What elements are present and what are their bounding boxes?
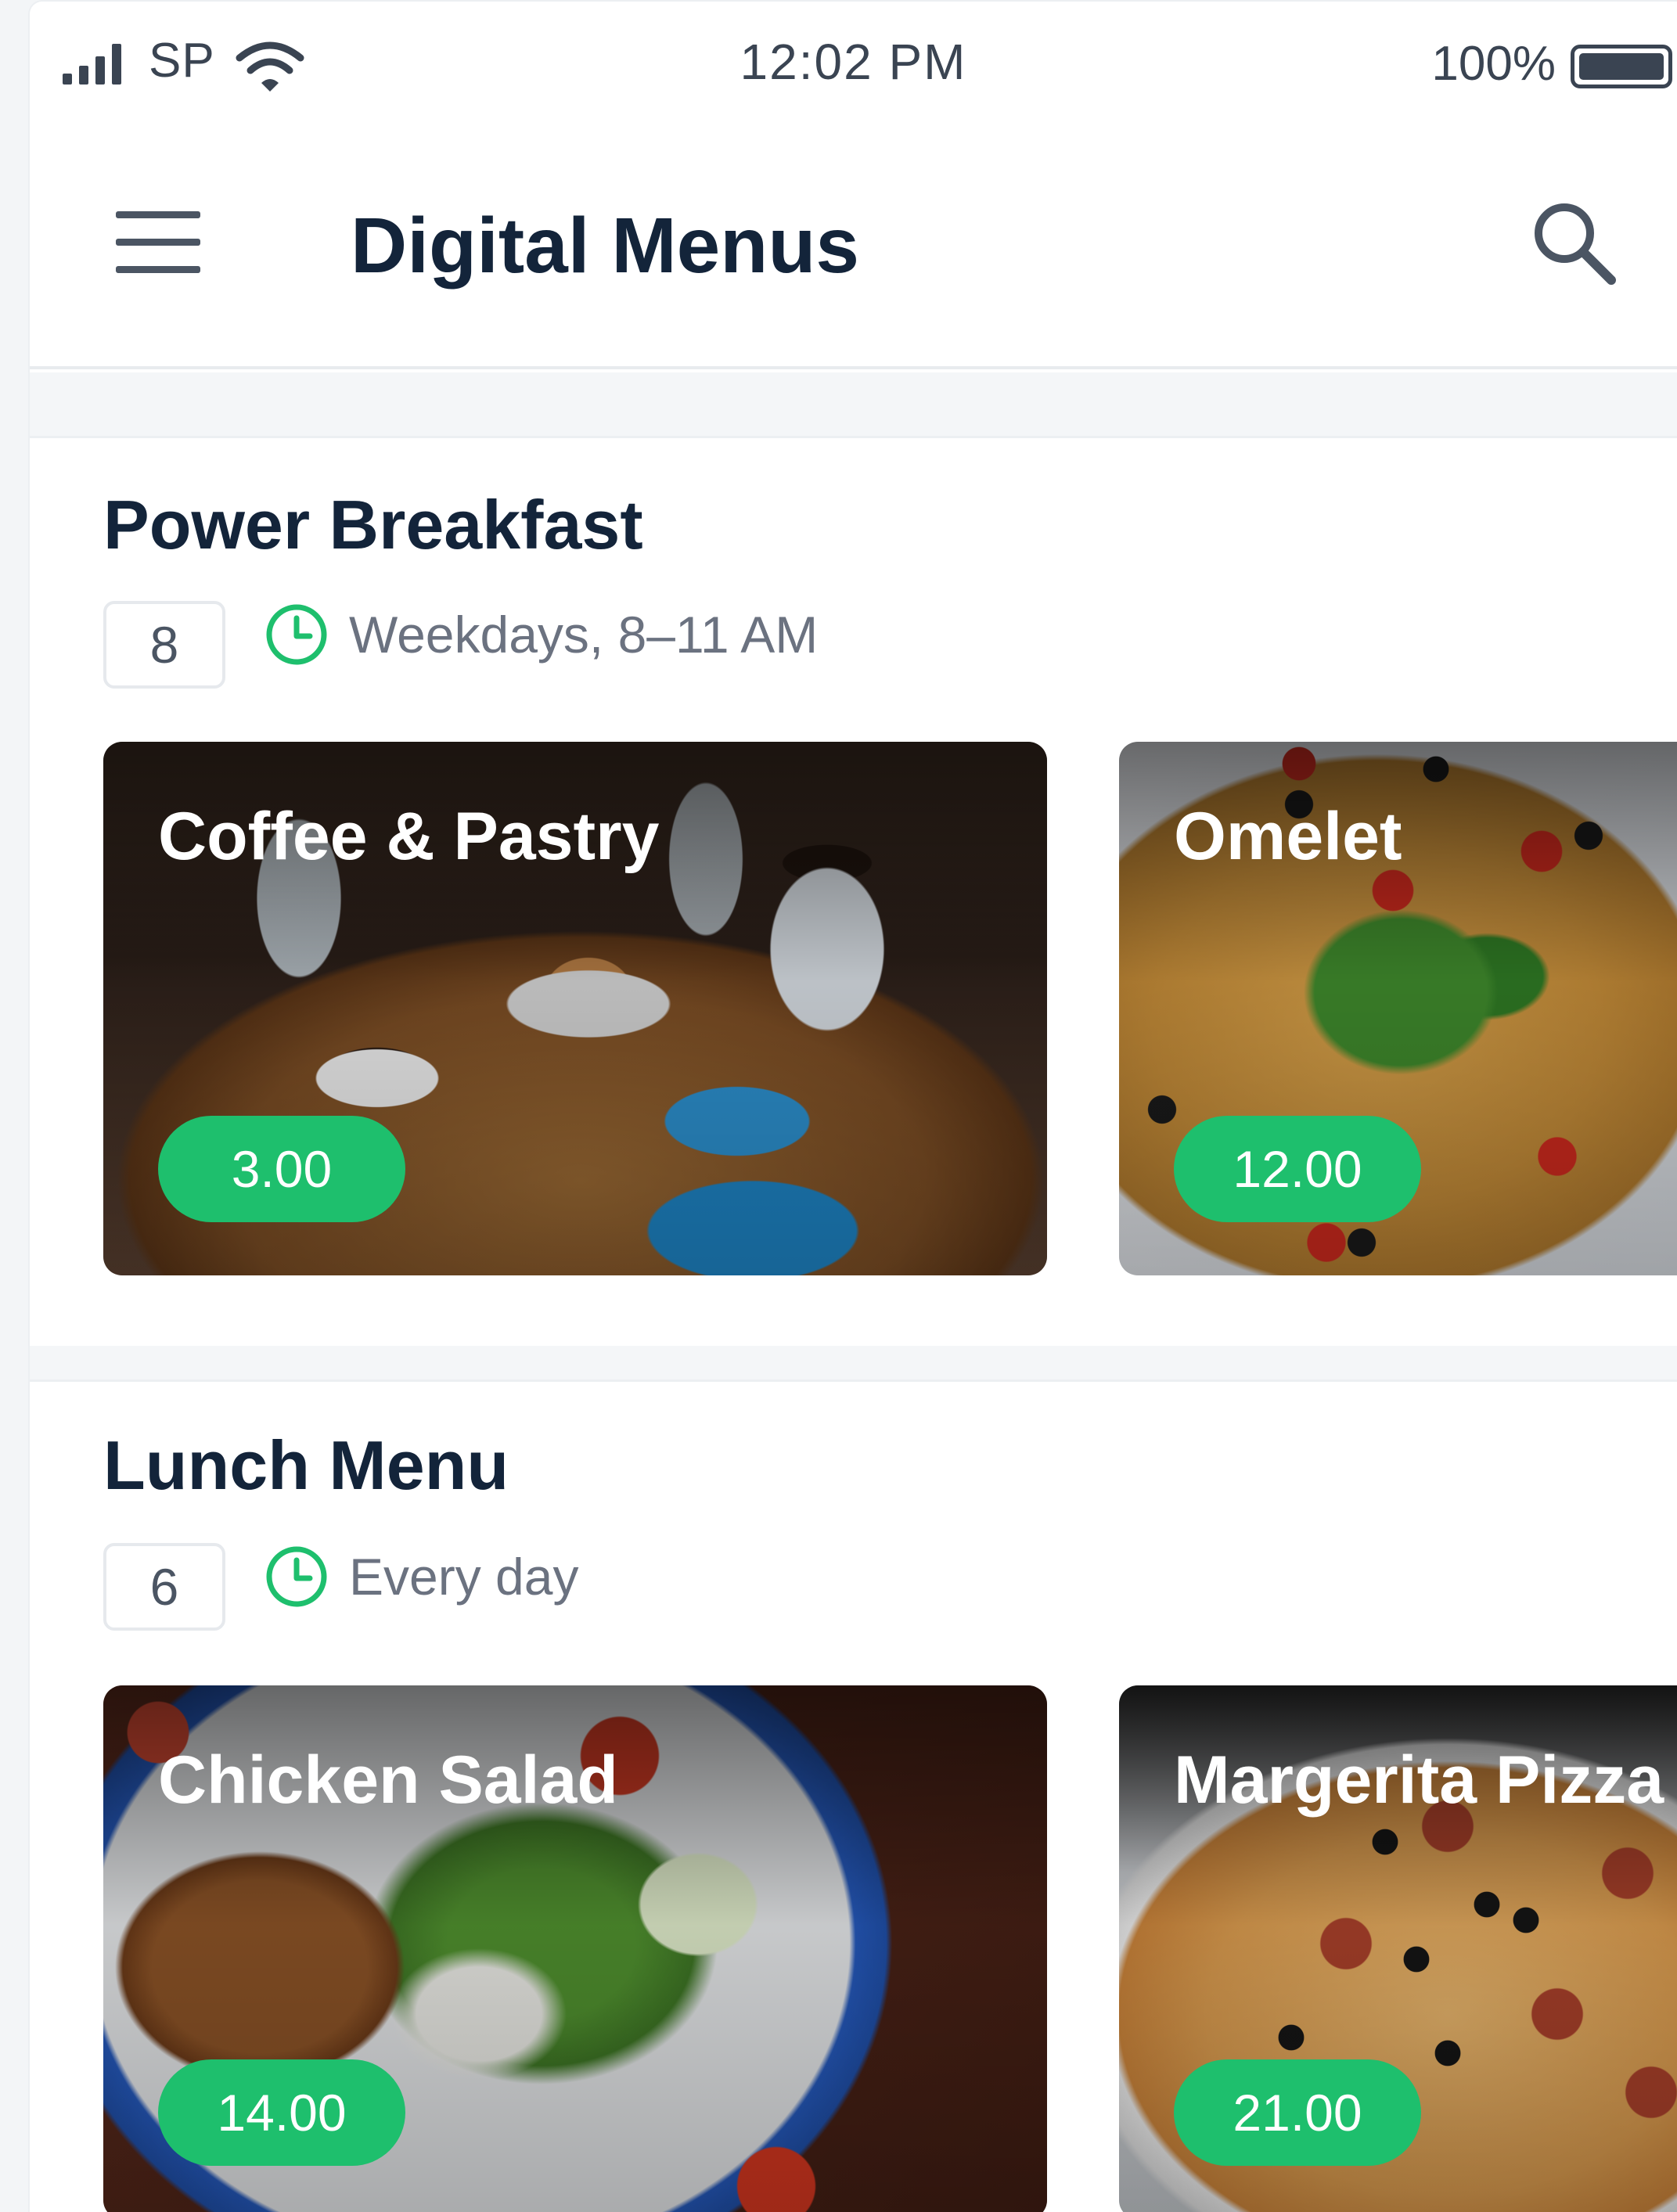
menu-section-power-breakfast: Power Breakfast 8 Weekdays, 8–11 AM Coff… bbox=[30, 438, 1677, 1346]
schedule-info: Every day bbox=[265, 1545, 578, 1609]
menu-section-lunch-menu: Lunch Menu 6 Every day Chicken Salad 14.… bbox=[30, 1382, 1677, 2212]
menu-item-title: Coffee & Pastry bbox=[158, 799, 660, 874]
price-badge[interactable]: 21.00 bbox=[1174, 2059, 1421, 2166]
clock-icon bbox=[266, 604, 327, 665]
section-title: Power Breakfast bbox=[103, 486, 643, 563]
page-title: Digital Menus bbox=[351, 202, 860, 290]
section-divider bbox=[30, 1346, 1677, 1382]
menu-item-card-coffee-pastry[interactable]: Coffee & Pastry 3.00 bbox=[103, 742, 1047, 1275]
hamburger-menu-icon[interactable] bbox=[116, 211, 200, 274]
menu-item-title: Omelet bbox=[1174, 799, 1402, 874]
section-title: Lunch Menu bbox=[103, 1426, 509, 1504]
app-screen: SP 12:02 PM 100% Digital Menus Power Bre… bbox=[28, 0, 1677, 2212]
menu-item-card-chicken-salad[interactable]: Chicken Salad 14.00 bbox=[103, 1685, 1047, 2212]
status-bar: SP 12:02 PM 100% bbox=[30, 2, 1677, 127]
price-badge[interactable]: 12.00 bbox=[1174, 1116, 1421, 1222]
clock-icon bbox=[266, 1546, 327, 1607]
item-count-badge: 6 bbox=[103, 1543, 225, 1631]
schedule-text: Every day bbox=[349, 1548, 579, 1606]
menu-item-card-omelet[interactable]: Omelet 12.00 bbox=[1119, 742, 1677, 1275]
price-badge[interactable]: 3.00 bbox=[158, 1116, 405, 1222]
search-icon[interactable] bbox=[1527, 196, 1621, 290]
schedule-text: Weekdays, 8–11 AM bbox=[349, 606, 819, 664]
status-time: 12:02 PM bbox=[740, 34, 967, 90]
battery-percentage: 100% bbox=[1431, 37, 1556, 91]
app-header: Digital Menus bbox=[30, 127, 1677, 369]
menu-item-title: Margerita Pizza bbox=[1174, 1743, 1664, 1818]
schedule-info: Weekdays, 8–11 AM bbox=[265, 602, 818, 667]
menu-item-title: Chicken Salad bbox=[158, 1743, 618, 1818]
menu-item-card-margerita-pizza[interactable]: Margerita Pizza 21.00 bbox=[1119, 1685, 1677, 2212]
battery-icon bbox=[1571, 45, 1672, 88]
section-divider bbox=[30, 372, 1677, 438]
item-count-badge: 8 bbox=[103, 601, 225, 689]
price-badge[interactable]: 14.00 bbox=[158, 2059, 405, 2166]
